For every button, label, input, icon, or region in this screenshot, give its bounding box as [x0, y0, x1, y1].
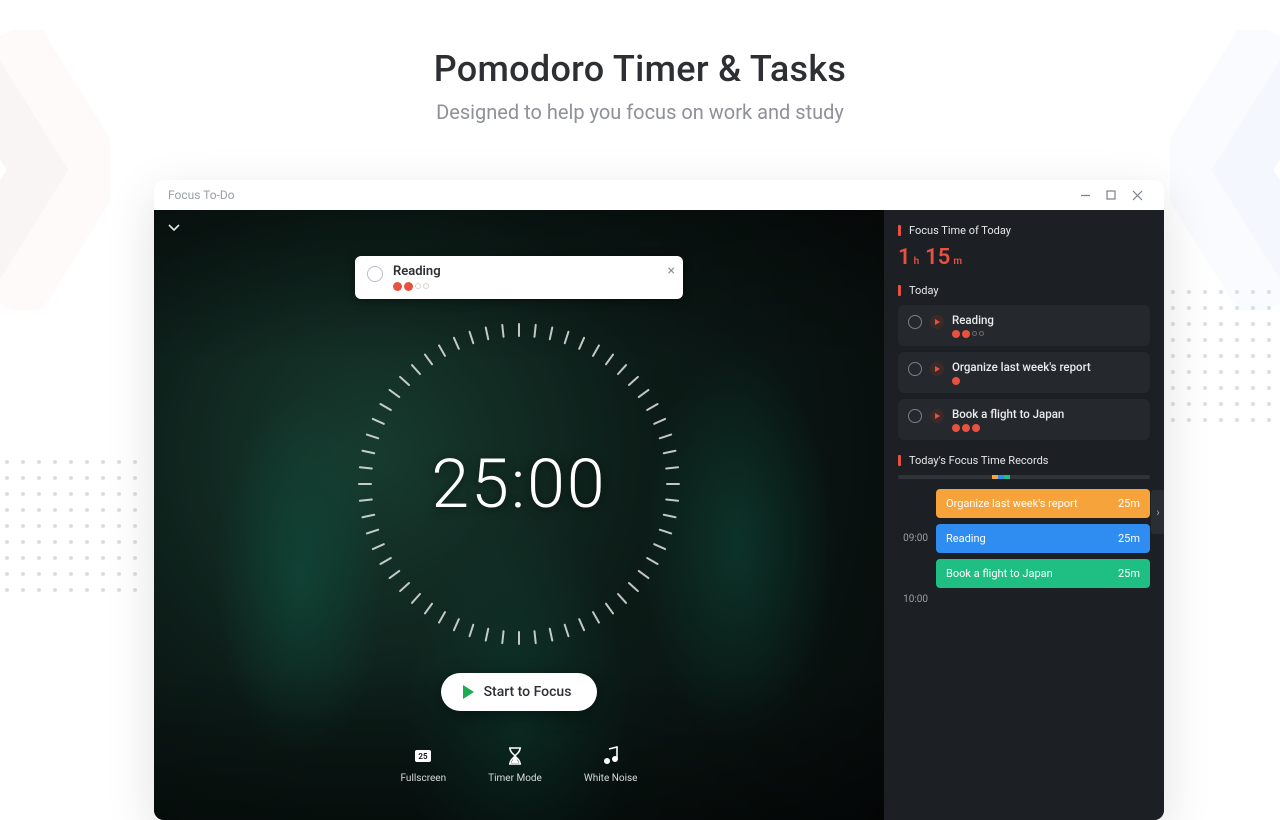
decorative-chevron-right	[1170, 30, 1280, 310]
timer-mode-label: Timer Mode	[488, 773, 542, 784]
fullscreen-button[interactable]: 25 Fullscreen	[401, 745, 447, 784]
record-row: Organize last week's report 25m	[898, 489, 1150, 518]
task-row[interactable]: Book a flight to Japan	[898, 399, 1150, 440]
task-play-button[interactable]	[930, 315, 944, 329]
focus-time-heading: Focus Time of Today	[898, 224, 1150, 237]
app-window: Focus To-Do Reading × 25:00	[154, 180, 1164, 820]
white-noise-button[interactable]: White Noise	[584, 745, 638, 784]
focus-time-value: 1h 15m	[898, 245, 1150, 270]
fullscreen-label: Fullscreen	[401, 773, 447, 784]
music-note-icon	[600, 745, 622, 767]
record-label: Book a flight to Japan	[946, 567, 1053, 580]
fullscreen-icon: 25	[412, 745, 434, 767]
sidebar: › Focus Time of Today 1h 15m Today Readi…	[884, 210, 1164, 820]
today-tasks-section: Today Reading Organize last week's report…	[898, 284, 1150, 440]
window-close-button[interactable]	[1124, 182, 1150, 208]
task-checkbox[interactable]	[367, 266, 383, 282]
window-minimize-button[interactable]	[1072, 182, 1098, 208]
decorative-chevron-left	[0, 30, 110, 310]
timer-toolbar: 25 Fullscreen Timer Mode White Noise	[401, 745, 638, 784]
hourglass-icon	[504, 745, 526, 767]
timer-mode-button[interactable]: Timer Mode	[488, 745, 542, 784]
record-block[interactable]: Reading 25m	[936, 524, 1150, 553]
current-task-card[interactable]: Reading ×	[355, 256, 683, 299]
task-checkbox[interactable]	[908, 315, 922, 329]
task-name: Organize last week's report	[952, 360, 1140, 374]
task-play-button[interactable]	[930, 409, 944, 423]
task-row[interactable]: Organize last week's report	[898, 352, 1150, 393]
task-name: Book a flight to Japan	[952, 407, 1140, 421]
records-heading: Today's Focus Time Records	[898, 454, 1150, 467]
record-row: 10:00	[898, 594, 1150, 605]
record-duration: 25m	[1118, 497, 1140, 510]
timer-dial: 25:00	[354, 319, 684, 649]
current-task-pomodoros	[393, 282, 441, 291]
record-label: Organize last week's report	[946, 497, 1078, 510]
window-title: Focus To-Do	[168, 188, 235, 202]
sidebar-expand-button[interactable]: ›	[1151, 490, 1164, 534]
task-name: Reading	[952, 313, 1140, 327]
record-duration: 25m	[1118, 567, 1140, 580]
close-icon[interactable]: ×	[668, 264, 675, 278]
hero-title: Pomodoro Timer & Tasks	[0, 48, 1280, 90]
task-pomodoros	[952, 377, 1140, 385]
record-row: Book a flight to Japan 25m	[898, 559, 1150, 588]
focus-time-section: Focus Time of Today 1h 15m	[898, 224, 1150, 270]
record-block[interactable]: Organize last week's report 25m	[936, 489, 1150, 518]
records-scale	[898, 475, 1150, 479]
hero-subtitle: Designed to help you focus on work and s…	[0, 100, 1280, 124]
task-checkbox[interactable]	[908, 409, 922, 423]
timer-pane: Reading × 25:00 Start to Focus 25 Fullsc…	[154, 210, 884, 820]
task-pomodoros	[952, 330, 1140, 338]
record-time: 09:00	[898, 533, 928, 544]
timer-display: 25:00	[431, 444, 606, 524]
task-play-button[interactable]	[930, 362, 944, 376]
play-icon	[463, 685, 474, 699]
start-focus-label: Start to Focus	[484, 684, 572, 700]
record-duration: 25m	[1118, 532, 1140, 545]
today-heading: Today	[898, 284, 1150, 297]
window-titlebar[interactable]: Focus To-Do	[154, 180, 1164, 210]
start-focus-button[interactable]: Start to Focus	[441, 673, 598, 711]
task-pomodoros	[952, 424, 1140, 432]
records-section: Today's Focus Time Records Organize last…	[898, 454, 1150, 611]
svg-text:25: 25	[419, 752, 429, 761]
white-noise-label: White Noise	[584, 773, 638, 784]
record-time: 10:00	[898, 594, 928, 605]
window-maximize-button[interactable]	[1098, 182, 1124, 208]
record-label: Reading	[946, 532, 986, 545]
task-row[interactable]: Reading	[898, 305, 1150, 346]
menu-caret-icon[interactable]	[166, 220, 182, 240]
task-checkbox[interactable]	[908, 362, 922, 376]
current-task-title: Reading	[393, 264, 441, 279]
record-block[interactable]: Book a flight to Japan 25m	[936, 559, 1150, 588]
record-row: 09:00 Reading 25m	[898, 524, 1150, 553]
decorative-dots-bl	[5, 460, 145, 600]
